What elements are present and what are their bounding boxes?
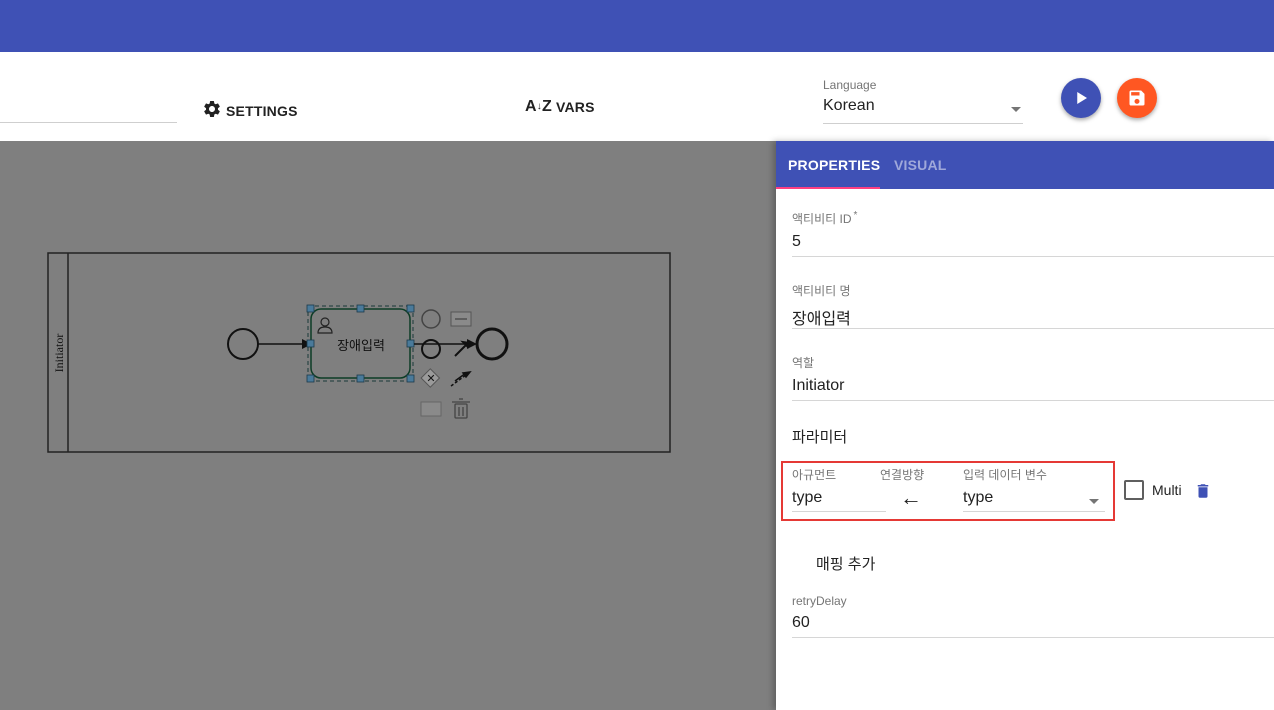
argument-value: type: [792, 489, 823, 506]
activity-id-label-text: 액티비티 ID: [792, 212, 852, 226]
dropdown-arrow-icon: [1089, 499, 1099, 504]
intermediate-event-icon[interactable]: [421, 309, 441, 329]
field-underline: [792, 511, 886, 512]
retry-delay-value: 60: [792, 614, 810, 631]
multi-label: Multi: [1152, 482, 1182, 498]
role-value: Initiator: [792, 377, 845, 394]
settings-button[interactable]: SETTINGS: [202, 99, 298, 122]
process-name-input[interactable]: [0, 122, 177, 123]
user-task-icon: [317, 317, 333, 334]
field-underline: [792, 328, 1274, 329]
activity-id-value: 5: [792, 233, 801, 250]
play-icon: [1077, 92, 1087, 104]
diagram-canvas[interactable]: Initiator 장애입력 ✕: [0, 141, 776, 710]
settings-label: SETTINGS: [226, 102, 298, 119]
app-bar: [0, 0, 1274, 52]
trash-icon: [1197, 484, 1209, 498]
parameters-title: 파라미터: [792, 429, 848, 446]
vars-label: VARS: [555, 99, 595, 115]
end-event[interactable]: [475, 327, 509, 361]
language-label: Language: [823, 78, 877, 92]
checkbox-box[interactable]: [1124, 480, 1144, 500]
task-label: 장애입력: [337, 339, 385, 354]
add-mapping-button[interactable]: 매핑 추가: [816, 553, 875, 574]
activity-id-label: 액티비티 ID *: [792, 210, 1274, 227]
required-mark: *: [853, 210, 858, 221]
start-event[interactable]: [227, 328, 259, 360]
language-underline: [823, 123, 1023, 124]
tab-indicator: [776, 187, 880, 189]
annotation-icon[interactable]: [450, 311, 472, 327]
field-underline: [792, 637, 1274, 638]
field-underline: [963, 511, 1105, 512]
activity-name-value: 장애입력: [792, 311, 851, 328]
sort-az-icon: A↓Z: [525, 98, 552, 115]
lane-label: Initiator: [52, 334, 66, 373]
input-variable-label: 입력 데이터 변수: [963, 468, 1047, 482]
run-button[interactable]: [1061, 78, 1101, 118]
editor-toolbar: SETTINGS A↓Z VARS Language Korean: [0, 52, 1274, 141]
role-label: 역할: [792, 356, 815, 370]
tab-visual[interactable]: VISUAL: [894, 157, 947, 173]
delete-parameter-button[interactable]: [1194, 481, 1212, 506]
parameter-row: 아규먼트 type 연결방향 ← 입력 데이터 변수 type: [781, 461, 1115, 521]
task-shape-icon[interactable]: [420, 401, 442, 417]
activity-name-field[interactable]: 액티비티 명 장애입력: [792, 282, 1274, 329]
language-select[interactable]: Language Korean: [823, 78, 1023, 124]
panel-tabs: PROPERTIES VISUAL: [776, 141, 1274, 189]
gateway-icon[interactable]: ✕: [420, 368, 441, 388]
direction-label: 연결방향: [880, 468, 925, 482]
dropdown-arrow-icon: [1011, 107, 1021, 112]
activity-id-field[interactable]: 액티비티 ID * 5: [792, 210, 1274, 257]
tab-properties[interactable]: PROPERTIES: [788, 157, 880, 173]
argument-field[interactable]: 아규먼트 type: [792, 466, 892, 512]
retry-delay-field[interactable]: retryDelay 60: [792, 594, 1274, 638]
input-variable-value: type: [963, 489, 994, 506]
input-variable-select[interactable]: 입력 데이터 변수 type: [963, 466, 1105, 512]
properties-panel: PROPERTIES VISUAL 액티비티 ID * 5 액티비티 명 장애입력…: [776, 141, 1274, 710]
trash-icon[interactable]: [452, 398, 470, 419]
argument-label: 아규먼트: [792, 468, 837, 482]
language-value: Korean: [823, 97, 875, 114]
arrow-left-icon[interactable]: ←: [900, 487, 922, 509]
context-pad[interactable]: ✕: [420, 309, 472, 419]
connect-arrow-icon[interactable]: [450, 370, 472, 387]
svg-text:✕: ✕: [426, 373, 435, 385]
gear-icon: [202, 99, 222, 122]
field-underline: [792, 400, 1274, 401]
field-underline: [792, 256, 1274, 257]
append-end-event-icon[interactable]: [421, 339, 441, 359]
multi-checkbox[interactable]: Multi: [1124, 480, 1182, 500]
retry-delay-label: retryDelay: [792, 594, 847, 608]
vars-button[interactable]: A↓Z VARS: [525, 98, 595, 116]
save-button[interactable]: [1117, 78, 1157, 118]
activity-name-label: 액티비티 명: [792, 284, 851, 298]
role-field[interactable]: 역할 Initiator: [792, 354, 1274, 401]
save-icon: [1129, 90, 1145, 106]
